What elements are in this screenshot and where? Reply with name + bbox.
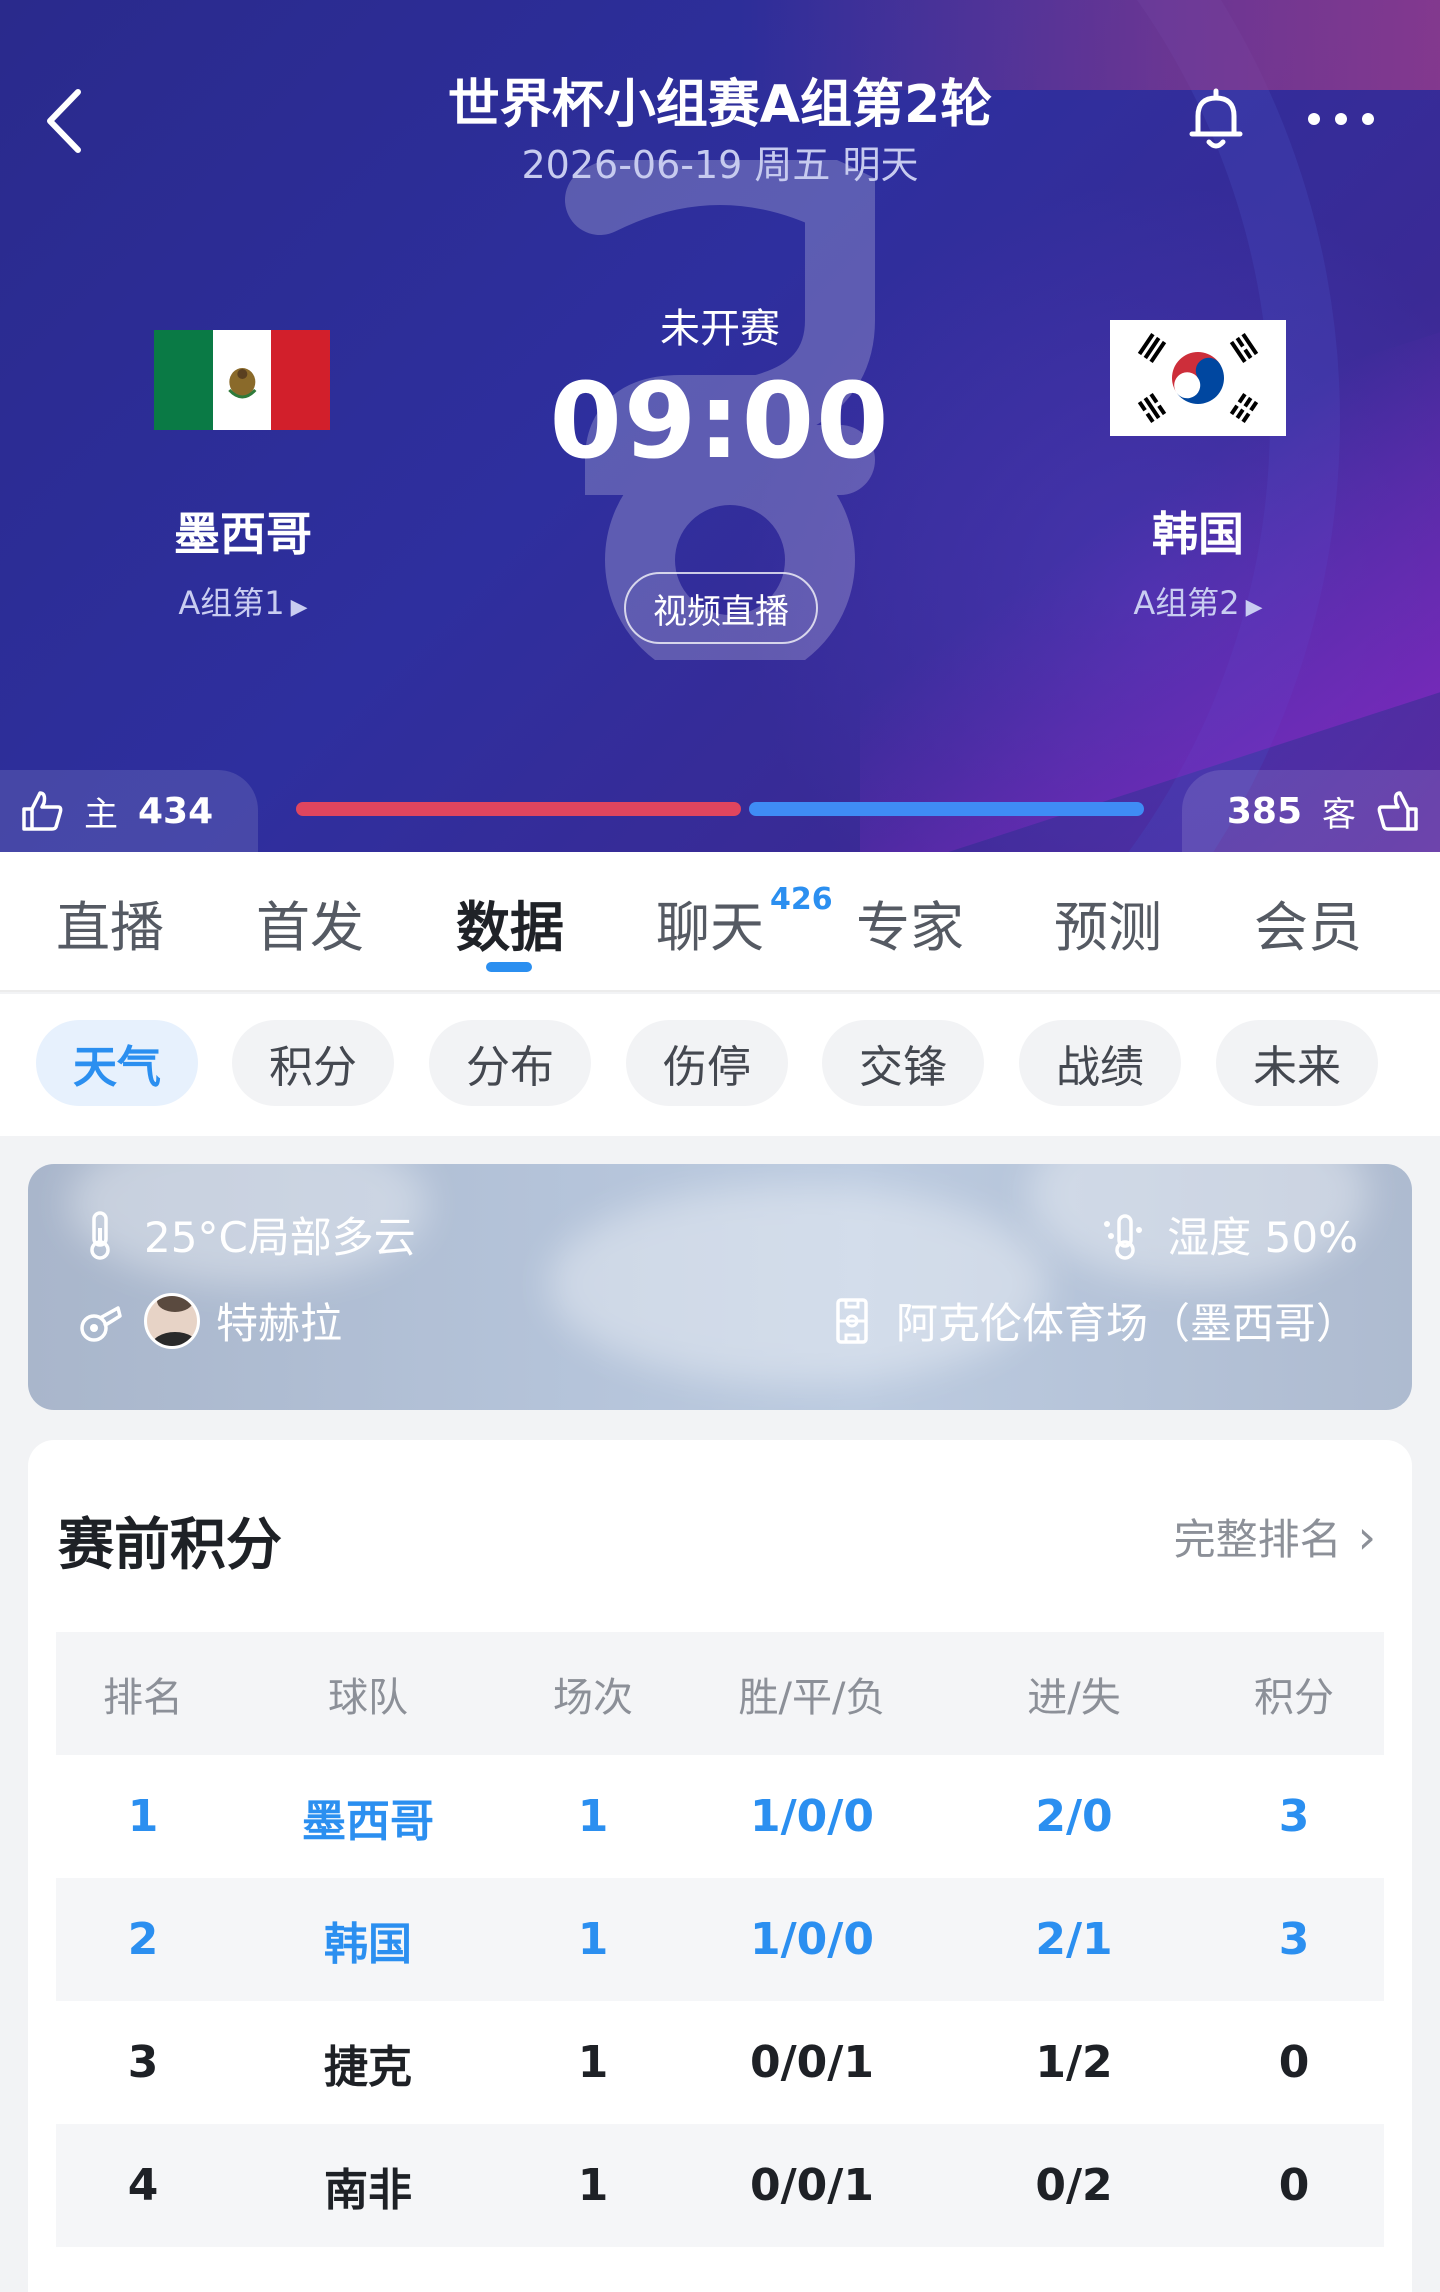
humidity-icon bbox=[1104, 1213, 1143, 1260]
column-header: 排名 bbox=[103, 1674, 183, 1721]
chip-distribution[interactable]: 分布 bbox=[429, 1020, 591, 1106]
chip-injuries[interactable]: 伤停 bbox=[626, 1020, 788, 1106]
thumbs-up-icon bbox=[22, 791, 63, 831]
team-cell: 南非 bbox=[324, 2164, 412, 2216]
column-header: 进/失 bbox=[1027, 1674, 1121, 1721]
away-team-name[interactable]: 韩国 bbox=[1048, 498, 1348, 564]
home-vote-bar bbox=[296, 802, 741, 816]
bell-icon[interactable] bbox=[1186, 88, 1246, 152]
played-cell: 1 bbox=[577, 2160, 609, 2211]
home-vote-label: 主 bbox=[84, 794, 118, 835]
goals-cell: 2/0 bbox=[1035, 1791, 1113, 1842]
points-cell: 3 bbox=[1278, 1791, 1310, 1842]
column-header: 积分 bbox=[1254, 1674, 1334, 1721]
chip-upcoming[interactable]: 未来 bbox=[1216, 1020, 1378, 1106]
away-vote-bar bbox=[749, 802, 1144, 816]
table-row[interactable]: 3 捷克 1 0/0/1 1/2 0 bbox=[56, 2001, 1384, 2124]
table-header: 排名 球队 场次 胜/平/负 进/失 积分 bbox=[56, 1632, 1384, 1755]
main-tabs: 直播 首发 数据 聊天 426 专家 预测 会员 bbox=[0, 852, 1440, 992]
tab-lineup[interactable]: 首发 bbox=[210, 852, 410, 992]
points-cell: 3 bbox=[1278, 1914, 1310, 1965]
video-live-button[interactable]: 视频直播 bbox=[624, 572, 818, 644]
thumbs-up-icon bbox=[1377, 791, 1418, 831]
column-header: 场次 bbox=[553, 1674, 633, 1721]
chip-points[interactable]: 积分 bbox=[232, 1020, 394, 1106]
stadium-icon bbox=[836, 1297, 868, 1344]
wdl-cell: 1/0/0 bbox=[750, 1791, 874, 1842]
chevron-right-icon: › bbox=[1357, 1509, 1376, 1564]
referee-name: 特赫拉 bbox=[216, 1299, 343, 1348]
rank-cell: 4 bbox=[127, 2160, 159, 2211]
rank-cell: 2 bbox=[127, 1914, 159, 1965]
temperature-text: 25°C局部多云 bbox=[144, 1213, 416, 1262]
wdl-cell: 1/0/0 bbox=[750, 1914, 874, 1965]
away-team-rank[interactable]: A组第2 ▶ bbox=[1048, 578, 1348, 624]
rank-cell: 3 bbox=[127, 2037, 159, 2088]
chip-record[interactable]: 战绩 bbox=[1019, 1020, 1181, 1106]
standings-table: 排名 球队 场次 胜/平/负 进/失 积分 1 墨西哥 1 1/0/0 2/0 … bbox=[56, 1632, 1384, 2247]
tab-membership[interactable]: 会员 bbox=[1208, 852, 1408, 992]
played-cell: 1 bbox=[577, 2037, 609, 2088]
table-row[interactable]: 1 墨西哥 1 1/0/0 2/0 3 bbox=[56, 1755, 1384, 1878]
goals-cell: 2/1 bbox=[1035, 1914, 1113, 1965]
chevron-right-icon: ▶ bbox=[290, 595, 308, 620]
played-cell: 1 bbox=[577, 1914, 609, 1965]
tab-chat[interactable]: 聊天 bbox=[610, 852, 810, 992]
wdl-cell: 0/0/1 bbox=[750, 2037, 874, 2088]
active-tab-indicator bbox=[486, 962, 532, 972]
weather-card: 25°C局部多云 湿度 50% 特赫拉 阿克伦体育场（墨西哥） bbox=[28, 1164, 1412, 1410]
home-team-rank[interactable]: A组第1 ▶ bbox=[93, 578, 393, 624]
home-vote-button[interactable]: 主 434 bbox=[0, 770, 258, 852]
team-cell: 韩国 bbox=[324, 1918, 412, 1970]
team-cell: 捷克 bbox=[324, 2041, 412, 2093]
home-team-name[interactable]: 墨西哥 bbox=[93, 498, 393, 564]
points-cell: 0 bbox=[1278, 2160, 1310, 2211]
wdl-cell: 0/0/1 bbox=[750, 2160, 874, 2211]
column-header: 胜/平/负 bbox=[738, 1674, 886, 1721]
venue-text: 阿克伦体育场（墨西哥） bbox=[895, 1299, 1358, 1348]
away-vote-button[interactable]: 385 客 bbox=[1182, 770, 1440, 852]
goals-cell: 1/2 bbox=[1035, 2037, 1113, 2088]
away-vote-count: 385 bbox=[1226, 790, 1302, 832]
played-cell: 1 bbox=[577, 1791, 609, 1842]
rank-cell: 1 bbox=[127, 1791, 159, 1842]
tab-live[interactable]: 直播 bbox=[10, 852, 210, 992]
team-cell: 墨西哥 bbox=[302, 1795, 434, 1847]
section-title: 赛前积分 bbox=[58, 1513, 282, 1578]
referee-avatar bbox=[144, 1292, 200, 1349]
home-vote-count: 434 bbox=[138, 790, 214, 832]
whistle-icon bbox=[80, 1305, 122, 1342]
humidity-text: 湿度 50% bbox=[1167, 1213, 1358, 1262]
chevron-right-icon: ▶ bbox=[1245, 595, 1263, 620]
tab-experts[interactable]: 专家 bbox=[810, 852, 1010, 992]
column-header: 球队 bbox=[328, 1674, 408, 1721]
pre-match-standings: 赛前积分 完整排名 › 排名 球队 场次 胜/平/负 进/失 积分 1 墨西哥 … bbox=[28, 1440, 1412, 2292]
data-subtabs: 天气 积分 分布 伤停 交锋 战绩 未来 bbox=[0, 994, 1440, 1136]
thermometer-icon bbox=[90, 1210, 110, 1260]
match-header: 世界杯小组赛A组第2轮 2026-06-19 周五 明天 墨西哥 A组第1 ▶ 未… bbox=[0, 0, 1440, 852]
table-row[interactable]: 4 南非 1 0/0/1 0/2 0 bbox=[56, 2124, 1384, 2247]
chip-head-to-head[interactable]: 交锋 bbox=[822, 1020, 984, 1106]
table-row[interactable]: 2 韩国 1 1/0/0 2/1 3 bbox=[56, 1878, 1384, 2001]
more-icon[interactable] bbox=[1306, 104, 1376, 134]
goals-cell: 0/2 bbox=[1035, 2160, 1113, 2211]
full-ranking-link[interactable]: 完整排名 › bbox=[1174, 1506, 1376, 1567]
chip-weather[interactable]: 天气 bbox=[36, 1020, 198, 1106]
points-cell: 0 bbox=[1278, 2037, 1310, 2088]
away-vote-label: 客 bbox=[1322, 794, 1356, 835]
korea-flag-icon[interactable] bbox=[1110, 320, 1286, 436]
tab-prediction[interactable]: 预测 bbox=[1008, 852, 1208, 992]
